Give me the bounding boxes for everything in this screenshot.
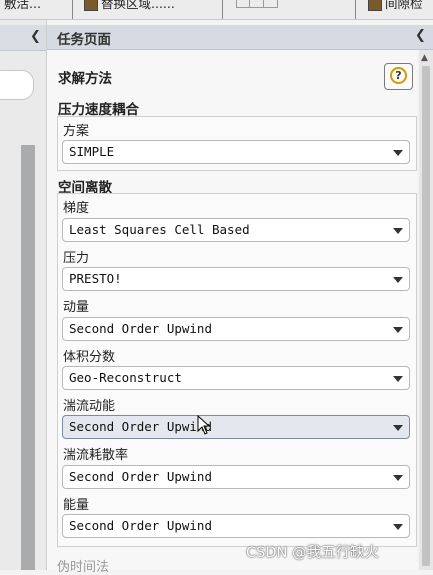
help-button[interactable]: ? — [384, 63, 413, 90]
toolbar-item-replace-zone[interactable]: 替换区域...... — [84, 0, 175, 13]
chevron-down-icon — [393, 425, 403, 431]
volume-fraction-value: Geo-Reconstruct — [69, 370, 182, 385]
grid-icon[interactable] — [236, 0, 278, 8]
chevron-down-icon — [393, 277, 403, 283]
turbulent-kinetic-energy-dropdown[interactable]: Second Order Upwind — [62, 415, 410, 439]
left-scrollbar[interactable] — [21, 145, 35, 570]
turbulent-kinetic-energy-label: 湍流动能 — [63, 399, 116, 414]
gradient-dropdown[interactable]: Least Squares Cell Based — [62, 218, 410, 242]
turbulent-dissipation-rate-label: 湍流耗散率 — [63, 448, 129, 463]
chevron-down-icon — [393, 228, 403, 234]
energy-label: 能量 — [63, 498, 90, 513]
left-panel-header: ❮ — [0, 25, 46, 51]
turbulent-kinetic-energy-value: Second Order Upwind — [69, 419, 212, 434]
chevron-left-icon[interactable]: ❮ — [30, 29, 41, 44]
task-page-header: 任务页面 ❮ — [47, 25, 433, 50]
scrollbar-thumb[interactable] — [422, 66, 430, 566]
top-toolbar: 敷活... 替换区域...... 间隙检 — [0, 0, 433, 20]
pressure-velocity-coupling-title: 压力速度耦合 — [58, 102, 139, 118]
task-page-title: 任务页面 — [57, 32, 111, 48]
toolbar-divider — [355, 0, 356, 19]
gradient-label: 梯度 — [63, 201, 90, 216]
replace-zone-icon — [84, 0, 98, 11]
scheme-value: SIMPLE — [69, 144, 115, 159]
energy-value: Second Order Upwind — [69, 518, 212, 533]
chevron-down-icon — [393, 150, 403, 156]
pseudo-time-method-label: 伪时间法 — [57, 560, 110, 575]
solution-methods-title: 求解方法 — [58, 71, 112, 87]
pressure-label: 压力 — [63, 251, 90, 266]
momentum-dropdown[interactable]: Second Order Upwind — [62, 317, 410, 341]
watermark: CSDN @我五行缺火 — [246, 545, 379, 561]
momentum-label: 动量 — [63, 300, 90, 315]
energy-dropdown[interactable]: Second Order Upwind — [62, 514, 410, 538]
scroll-up-icon[interactable]: ▲ — [421, 53, 428, 63]
pressure-dropdown[interactable]: PRESTO! — [62, 267, 410, 291]
chevron-down-icon — [393, 327, 403, 333]
gap-icon — [368, 0, 382, 11]
turbulent-dissipation-rate-dropdown[interactable]: Second Order Upwind — [62, 465, 410, 489]
chevron-down-icon — [393, 524, 403, 530]
chevron-down-icon — [393, 475, 403, 481]
scheme-label: 方案 — [63, 124, 90, 139]
chevron-down-icon — [393, 376, 403, 382]
toolbar-item-replace-zone-label: 替换区域...... — [101, 0, 175, 11]
toolbar-divider — [72, 0, 73, 19]
scheme-dropdown[interactable]: SIMPLE — [62, 140, 410, 164]
mouse-cursor-icon — [197, 415, 211, 435]
help-icon: ? — [390, 67, 407, 84]
pressure-value: PRESTO! — [69, 271, 122, 286]
left-search-input[interactable] — [0, 70, 34, 100]
gradient-value: Least Squares Cell Based — [69, 222, 250, 237]
volume-fraction-dropdown[interactable]: Geo-Reconstruct — [62, 366, 410, 390]
volume-fraction-label: 体积分数 — [63, 350, 116, 365]
toolbar-item-gap-label: 间隙检 — [385, 0, 423, 11]
turbulent-dissipation-rate-value: Second Order Upwind — [69, 469, 212, 484]
task-page-scrollbar[interactable]: ▲ — [419, 50, 433, 570]
toolbar-item-gap[interactable]: 间隙检 — [368, 0, 423, 13]
chevron-left-icon[interactable]: ❮ — [415, 28, 426, 43]
toolbar-divider — [222, 0, 223, 19]
toolbar-item-activate[interactable]: 敷活... — [4, 0, 41, 13]
momentum-value: Second Order Upwind — [69, 321, 212, 336]
